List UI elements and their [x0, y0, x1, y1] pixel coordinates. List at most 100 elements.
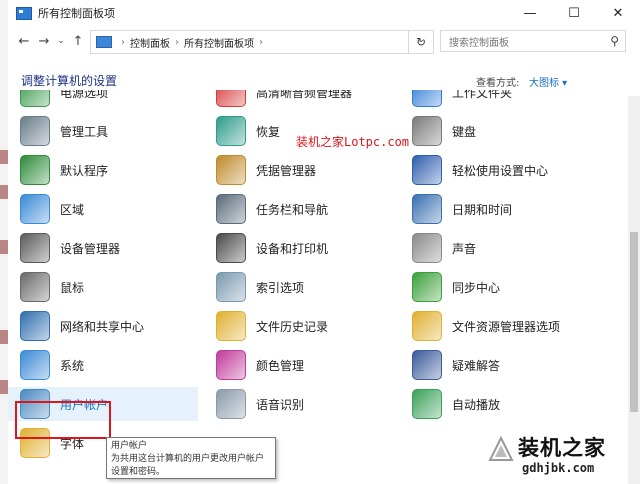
brand-logo-icon [488, 436, 514, 461]
control-panel-item-label: 设备管理器 [60, 241, 121, 256]
highlight-box [15, 401, 111, 439]
view-by-label: 查看方式: [476, 78, 520, 89]
control-panel-item[interactable]: 网络和共享中心 [8, 309, 198, 343]
sync-icon [412, 272, 442, 302]
refresh-button[interactable]: ↻ [408, 30, 434, 54]
tooltip-body: 为共用这台计算机的用户更改用户帐户设置和密码。 [111, 454, 265, 477]
control-panel-item-label: 索引选项 [256, 280, 305, 295]
page-title: 调整计算机的设置 [21, 74, 118, 88]
control-panel-item[interactable]: 索引选项 [204, 270, 394, 304]
control-panel-item-label: 电源选项 [60, 90, 109, 100]
audio-icon [216, 90, 246, 107]
control-panel-item[interactable]: 凭据管理器 [204, 153, 394, 187]
control-panel-item-label: 任务栏和导航 [256, 202, 329, 217]
control-panel-item-label: 语音识别 [256, 397, 305, 412]
clock-icon [412, 194, 442, 224]
recovery-icon [216, 116, 246, 146]
view-by-dropdown[interactable]: 大图标 ▾ [529, 74, 567, 89]
breadcrumb-all-items[interactable]: 所有控制面板项 [184, 35, 254, 50]
speaker-icon [412, 233, 442, 263]
control-panel-item[interactable]: 自动播放 [400, 387, 590, 421]
minimize-button[interactable]: — [508, 0, 552, 26]
control-panel-icon [16, 6, 32, 20]
breadcrumb-separator-icon: › [121, 36, 125, 48]
color-management-icon [216, 350, 246, 380]
control-panel-item[interactable]: 文件历史记录 [204, 309, 394, 343]
window-title: 所有控制面板项 [38, 7, 115, 20]
control-panel-item-label: 颜色管理 [256, 358, 305, 373]
control-panel-item-label: 鼠标 [60, 280, 85, 295]
control-panel-item-label: 默认程序 [60, 163, 109, 178]
control-panel-item-label: 系统 [60, 358, 85, 373]
search-input[interactable]: 搜索控制面板 ⚲ [440, 30, 626, 52]
control-panel-item[interactable]: 轻松使用设置中心 [400, 153, 590, 187]
search-icon[interactable]: ⚲ [610, 34, 619, 48]
tooltip-title: 用户帐户 [111, 441, 148, 451]
admin-tools-icon [20, 116, 50, 146]
control-panel-item[interactable]: 鼠标 [8, 270, 198, 304]
network-icon [20, 311, 50, 341]
control-panel-item[interactable]: 设备管理器 [8, 231, 198, 265]
mouse-icon [20, 272, 50, 302]
control-panel-item[interactable]: 区域 [8, 192, 198, 226]
forward-button[interactable]: → [34, 34, 54, 49]
control-panel-location-icon [96, 36, 112, 48]
device-manager-icon [20, 233, 50, 263]
control-panel-item-label: 疑难解答 [452, 358, 501, 373]
control-panel-item-label: 区域 [60, 202, 85, 217]
watermark-text: 装机之家Lotpc.com [296, 135, 410, 149]
control-panel-item[interactable]: 设备和打印机 [204, 231, 394, 265]
region-icon [20, 194, 50, 224]
brand-url: gdhjbk.com [522, 461, 595, 475]
control-panel-item-label: 设备和打印机 [256, 241, 329, 256]
control-panel-item-label: 同步中心 [452, 280, 501, 295]
control-panel-item-label: 凭据管理器 [256, 163, 317, 178]
control-panel-item[interactable]: 日期和时间 [400, 192, 590, 226]
control-panel-item[interactable]: 任务栏和导航 [204, 192, 394, 226]
control-panel-item[interactable]: 声音 [400, 231, 590, 265]
indexing-icon [216, 272, 246, 302]
control-panel-item-label: 管理工具 [60, 124, 109, 139]
breadcrumb-separator-icon: › [259, 36, 263, 48]
control-panel-item[interactable]: 默认程序 [8, 153, 198, 187]
up-button[interactable]: ↑ [68, 34, 88, 49]
title-bar: 所有控制面板项 — ☐ ✕ [8, 0, 640, 26]
control-panel-window: 所有控制面板项 — ☐ ✕ ← → ⌄ ↑ › 控制面板 › 所有控制面板项 ›… [8, 0, 640, 484]
breadcrumb-control-panel[interactable]: 控制面板 [130, 35, 170, 50]
taskbar-icon [216, 194, 246, 224]
scrollbar[interactable] [628, 96, 640, 484]
control-panel-item-label: 声音 [452, 241, 477, 256]
address-bar[interactable]: › 控制面板 › 所有控制面板项 › ⌄ [90, 30, 434, 54]
control-panel-item[interactable]: 键盘 [400, 114, 590, 148]
control-panel-item[interactable]: 文件资源管理器选项 [400, 309, 590, 343]
power-icon [20, 90, 50, 107]
microphone-icon [216, 389, 246, 419]
ease-of-access-icon [412, 155, 442, 185]
back-button[interactable]: ← [14, 34, 34, 49]
control-panel-item[interactable]: 同步中心 [400, 270, 590, 304]
recent-locations-chevron-icon[interactable]: ⌄ [54, 36, 68, 46]
control-panel-item[interactable]: 工作文件夹 [400, 90, 590, 109]
search-placeholder: 搜索控制面板 [449, 37, 509, 49]
control-panel-item[interactable]: 高清晰音频管理器 [204, 90, 394, 109]
keyboard-icon [412, 116, 442, 146]
close-button[interactable]: ✕ [596, 0, 640, 26]
control-panel-item[interactable]: 电源选项 [8, 90, 198, 109]
control-panel-item-label: 恢复 [256, 124, 281, 139]
troubleshoot-icon [412, 350, 442, 380]
control-panel-item-label: 日期和时间 [452, 202, 513, 217]
tooltip: 用户帐户 为共用这台计算机的用户更改用户帐户设置和密码。 [106, 437, 276, 479]
work-folders-icon [412, 90, 442, 107]
file-history-icon [216, 311, 246, 341]
control-panel-item[interactable]: 颜色管理 [204, 348, 394, 382]
control-panel-item-label: 键盘 [452, 124, 477, 139]
control-panel-item[interactable]: 疑难解答 [400, 348, 590, 382]
scrollbar-thumb[interactable] [630, 232, 638, 412]
brand-watermark: 装机之家 gdhjbk.com [488, 432, 638, 480]
control-panel-item[interactable]: 语音识别 [204, 387, 394, 421]
control-panel-item[interactable]: 管理工具 [8, 114, 198, 148]
control-panel-item[interactable]: 系统 [8, 348, 198, 382]
folder-options-icon [412, 311, 442, 341]
maximize-button[interactable]: ☐ [552, 0, 596, 26]
navigation-bar: ← → ⌄ ↑ › 控制面板 › 所有控制面板项 › ⌄ ↻ 搜索控制面板 ⚲ [8, 26, 640, 56]
